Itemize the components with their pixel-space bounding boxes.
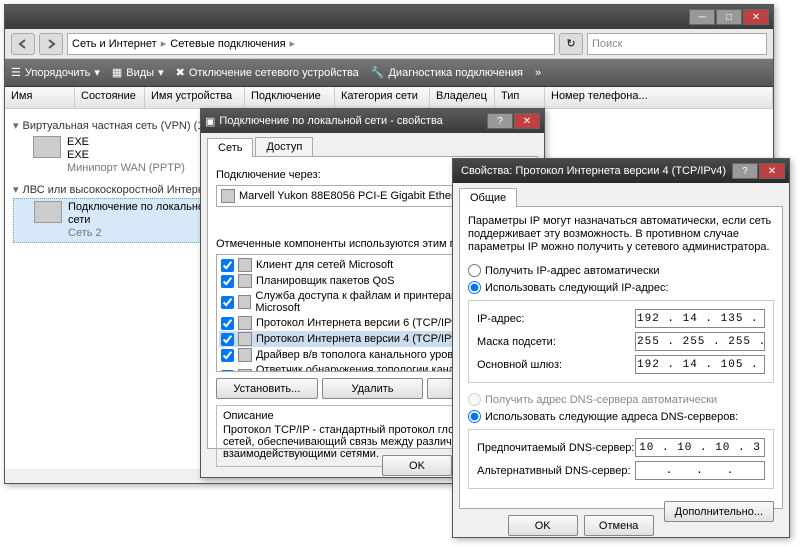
- refresh-button[interactable]: ↻: [559, 33, 583, 55]
- nic-icon: [221, 189, 235, 203]
- help-button[interactable]: ?: [487, 113, 513, 129]
- tab-sharing[interactable]: Доступ: [255, 137, 313, 156]
- component-checkbox[interactable]: [221, 296, 234, 309]
- breadcrumb-segment[interactable]: Сетевые подключения: [170, 38, 285, 50]
- ip-fields-group: IP-адрес: Маска подсети: Основной шлюз:: [468, 300, 774, 383]
- radio-auto-dns: Получить адрес DNS-сервера автоматически: [468, 391, 774, 408]
- dialog-title: Свойства: Протокол Интернета версии 4 (T…: [457, 165, 732, 177]
- back-button[interactable]: [11, 33, 35, 55]
- tab-strip: Сеть Доступ: [207, 137, 538, 157]
- responder-icon: [238, 369, 252, 372]
- component-checkbox[interactable]: [221, 349, 234, 362]
- column-headers: Имя Состояние Имя устройства Подключение…: [5, 87, 773, 109]
- chevron-down-icon: ▾: [94, 66, 100, 79]
- uninstall-button[interactable]: Удалить: [322, 378, 424, 399]
- ip-label: IP-адрес:: [477, 313, 524, 325]
- ok-button[interactable]: OK: [382, 455, 452, 476]
- col-phone[interactable]: Номер телефона...: [545, 87, 773, 108]
- dns2-label: Альтернативный DNS-сервер:: [477, 465, 631, 477]
- help-button[interactable]: ?: [732, 163, 758, 179]
- chevron-down-icon: ▾: [13, 119, 19, 132]
- breadcrumb-segment[interactable]: Сеть и Интернет: [72, 38, 157, 50]
- component-checkbox[interactable]: [221, 333, 234, 346]
- tab-general[interactable]: Общие: [459, 188, 517, 207]
- close-button[interactable]: ✕: [514, 113, 540, 129]
- protocol-icon: [238, 316, 252, 330]
- chevron-down-icon: ▾: [158, 66, 164, 79]
- col-conn[interactable]: Подключение: [245, 87, 335, 108]
- gateway-label: Основной шлюз:: [477, 359, 562, 371]
- chevron-right-icon: ▸: [290, 37, 296, 50]
- radio-auto-ip[interactable]: Получить IP-адрес автоматически: [468, 262, 774, 279]
- tab-panel: Параметры IP могут назначаться автоматич…: [459, 207, 783, 509]
- col-name[interactable]: Имя: [5, 87, 75, 108]
- install-button[interactable]: Установить...: [216, 378, 318, 399]
- col-device[interactable]: Имя устройства: [145, 87, 245, 108]
- tab-network[interactable]: Сеть: [207, 138, 253, 157]
- minimize-button[interactable]: ─: [689, 9, 715, 25]
- component-checkbox[interactable]: [221, 259, 234, 272]
- client-icon: [238, 258, 252, 272]
- app-icon: ▣: [205, 115, 215, 128]
- ok-button[interactable]: OK: [508, 515, 578, 536]
- info-text: Параметры IP могут назначаться автоматич…: [468, 215, 774, 254]
- col-type[interactable]: Тип: [495, 87, 545, 108]
- dialog-titlebar[interactable]: ▣ Подключение по локальной сети - свойст…: [201, 109, 544, 133]
- maximize-button[interactable]: □: [716, 9, 742, 25]
- cancel-button[interactable]: Отмена: [584, 515, 654, 536]
- forward-button[interactable]: [39, 33, 63, 55]
- subnet-mask-input[interactable]: [635, 332, 765, 351]
- alternate-dns-input[interactable]: [635, 461, 765, 480]
- component-checkbox[interactable]: [221, 317, 234, 330]
- tab-strip: Общие: [459, 187, 783, 207]
- ip-address-input[interactable]: [635, 309, 765, 328]
- dialog-titlebar[interactable]: Свойства: Протокол Интернета версии 4 (T…: [453, 159, 789, 183]
- dns1-label: Предпочитаемый DNS-сервер:: [477, 442, 634, 454]
- close-icon: ✖: [176, 66, 185, 79]
- component-checkbox[interactable]: [221, 275, 234, 288]
- gateway-input[interactable]: [635, 355, 765, 374]
- driver-icon: [238, 348, 252, 362]
- views-button[interactable]: ▦ Виды ▾: [112, 66, 164, 79]
- chevron-right-icon: ▸: [161, 37, 167, 50]
- dns-fields-group: Предпочитаемый DNS-сервер: Альтернативны…: [468, 429, 774, 489]
- views-icon: ▦: [112, 66, 122, 79]
- diagnose-button[interactable]: 🔧 Диагностика подключения: [371, 66, 523, 79]
- radio-manual-ip[interactable]: Использовать следующий IP-адрес:: [468, 279, 774, 296]
- command-bar: ☰ Упорядочить ▾ ▦ Виды ▾ ✖ Отключение се…: [5, 59, 773, 87]
- col-state[interactable]: Состояние: [75, 87, 145, 108]
- dialog-title: Подключение по локальной сети - свойства: [215, 115, 487, 127]
- radio-manual-dns[interactable]: Использовать следующие адреса DNS-сервер…: [468, 408, 774, 425]
- mask-label: Маска подсети:: [477, 336, 556, 348]
- col-cat[interactable]: Категория сети: [335, 87, 430, 108]
- connection-icon: [34, 201, 62, 223]
- radio-input[interactable]: [468, 410, 481, 423]
- col-owner[interactable]: Владелец: [430, 87, 495, 108]
- close-button[interactable]: ✕: [759, 163, 785, 179]
- radio-input: [468, 393, 481, 406]
- diagnose-icon: 🔧: [371, 66, 385, 79]
- chevron-down-icon: ▾: [13, 183, 19, 196]
- explorer-titlebar[interactable]: ─ □ ✕: [5, 5, 773, 29]
- advanced-button[interactable]: Дополнительно...: [664, 501, 774, 522]
- preferred-dns-input[interactable]: [635, 438, 765, 457]
- close-button[interactable]: ✕: [743, 9, 769, 25]
- radio-input[interactable]: [468, 264, 481, 277]
- search-input[interactable]: Поиск: [587, 33, 767, 55]
- service-icon: [238, 295, 251, 309]
- breadcrumb[interactable]: Сеть и Интернет ▸ Сетевые подключения ▸: [67, 33, 555, 55]
- nav-bar: Сеть и Интернет ▸ Сетевые подключения ▸ …: [5, 29, 773, 59]
- chevron-right-icon: »: [535, 67, 541, 79]
- component-checkbox[interactable]: [221, 370, 234, 373]
- service-icon: [238, 274, 252, 288]
- protocol-icon: [238, 332, 252, 346]
- radio-input[interactable]: [468, 281, 481, 294]
- ipv4-properties-dialog: Свойства: Протокол Интернета версии 4 (T…: [452, 158, 790, 538]
- disable-device-button[interactable]: ✖ Отключение сетевого устройства: [176, 66, 359, 79]
- organize-icon: ☰: [11, 66, 21, 79]
- connection-icon: [33, 136, 61, 158]
- organize-button[interactable]: ☰ Упорядочить ▾: [11, 66, 100, 79]
